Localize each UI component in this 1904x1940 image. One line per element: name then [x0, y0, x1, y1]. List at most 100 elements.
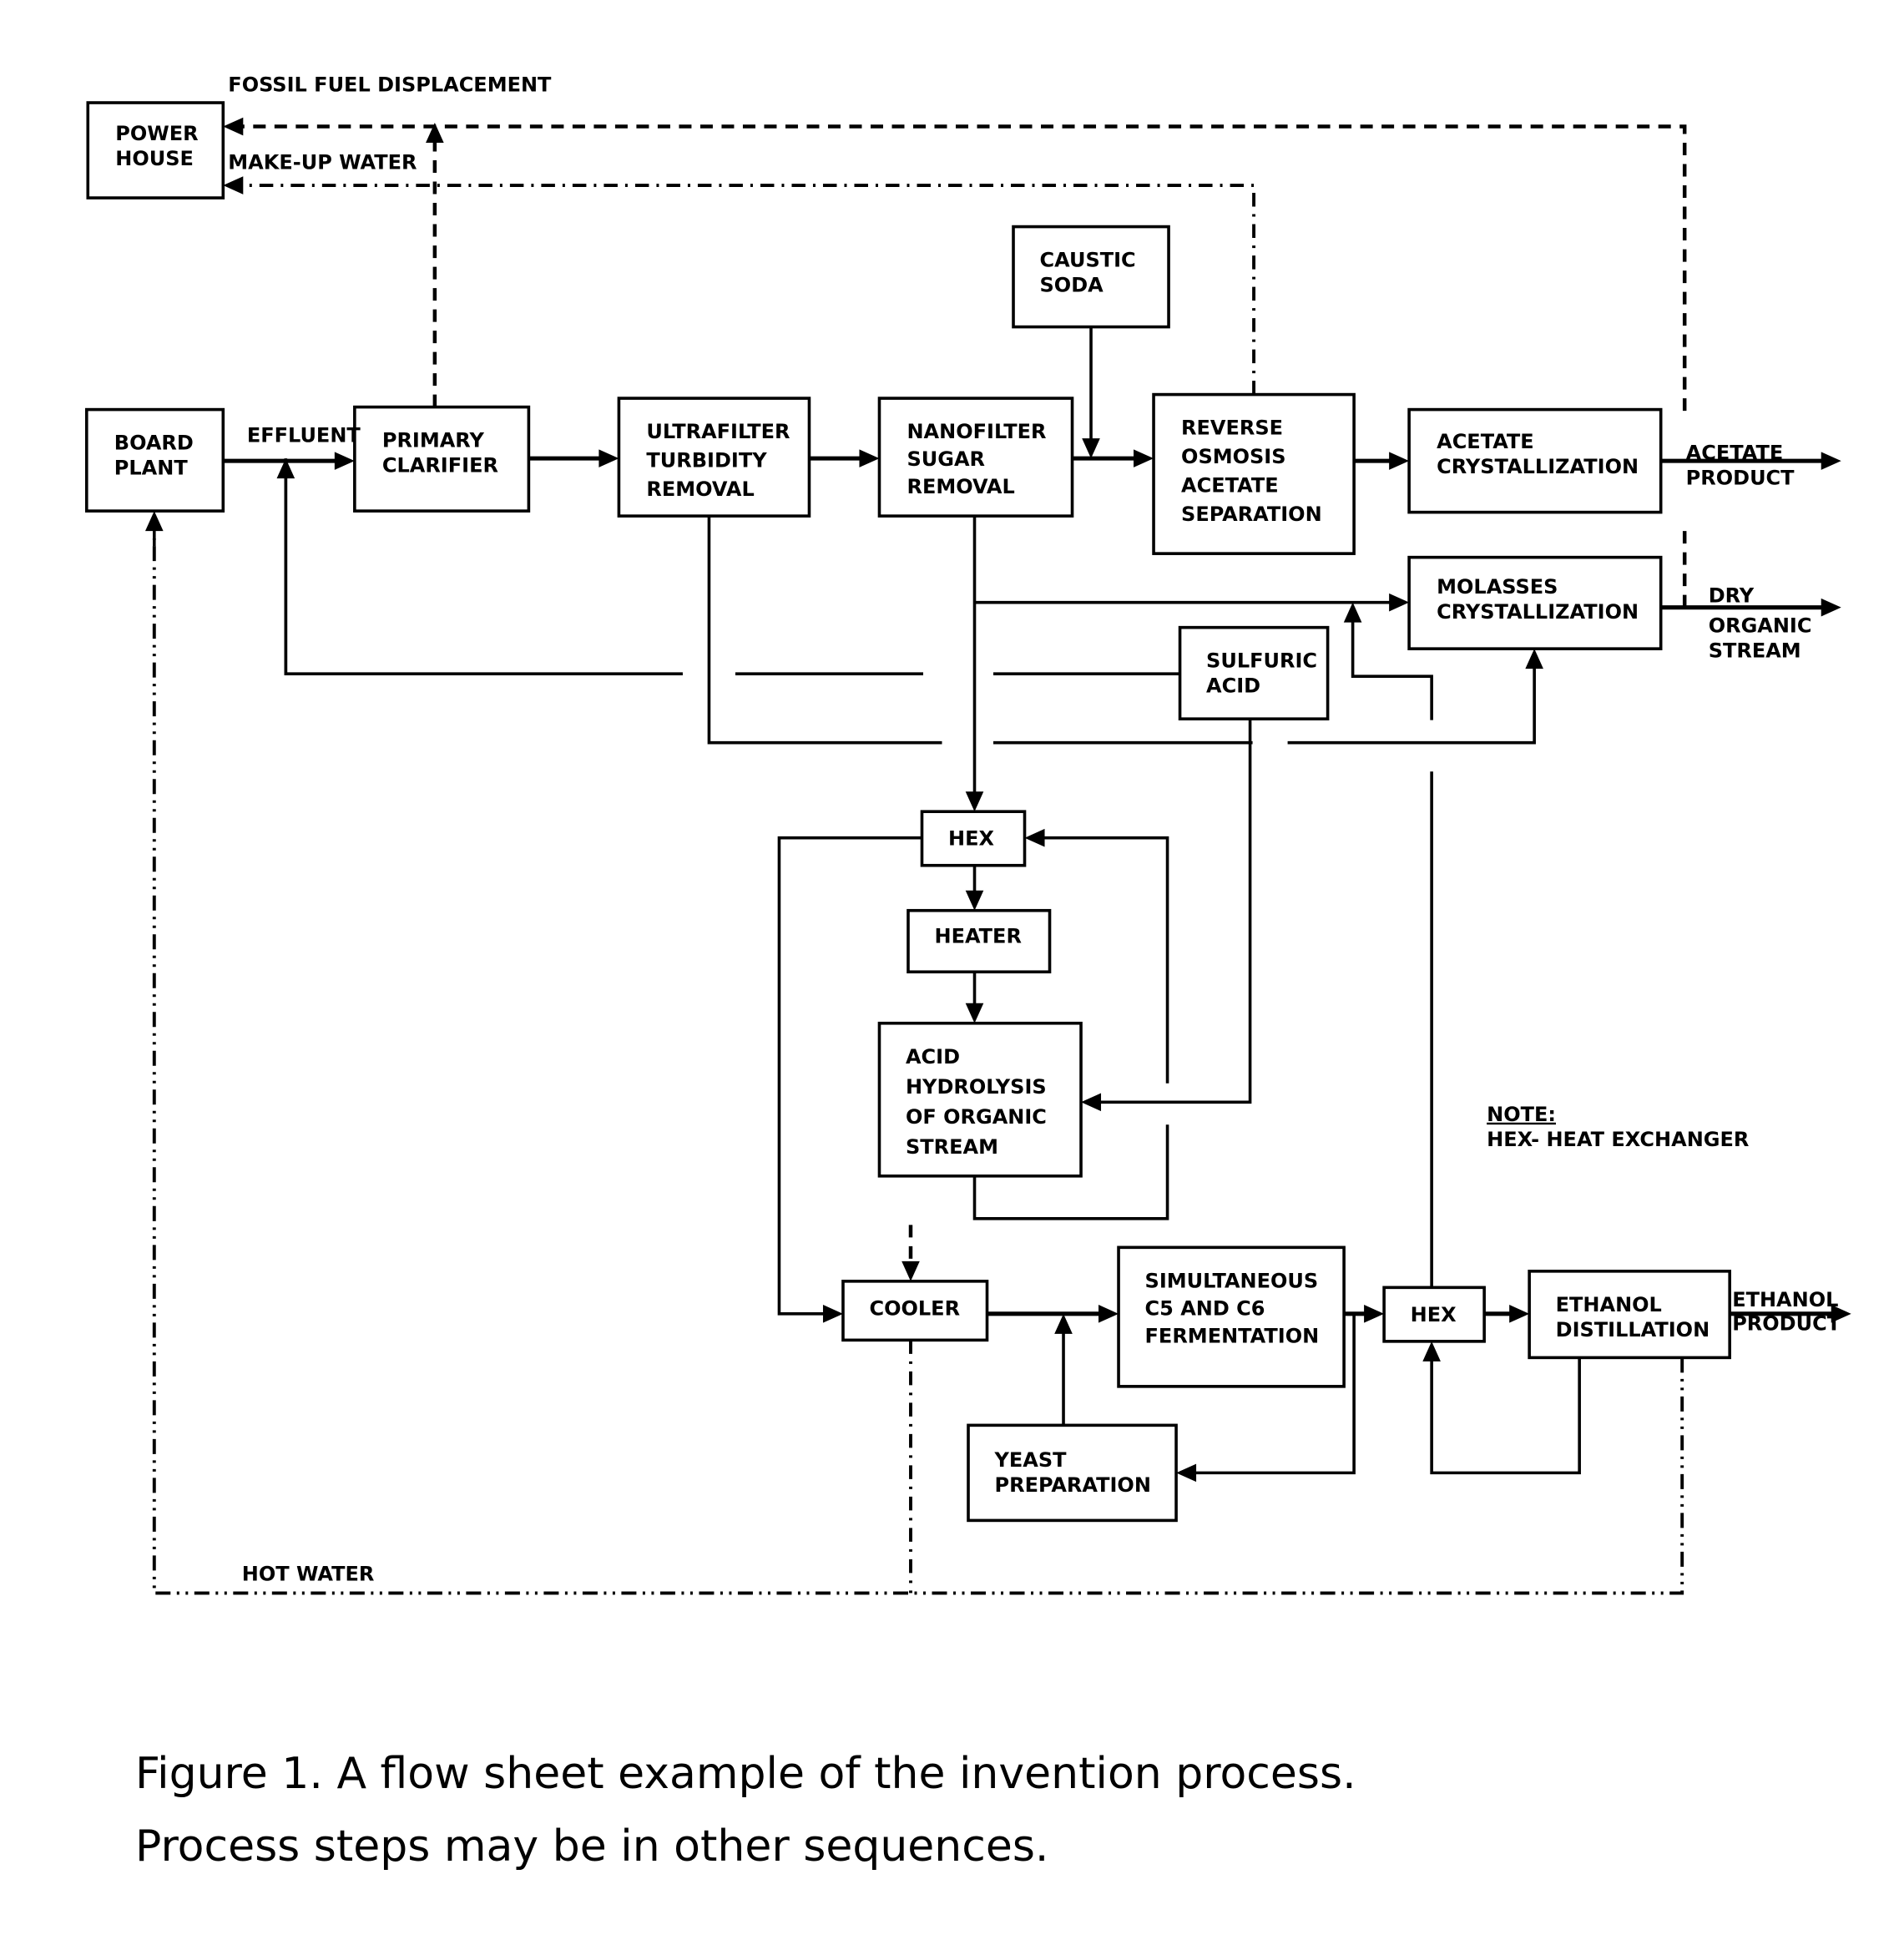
- arrowhead-icon: [1389, 593, 1410, 612]
- arrowhead-icon: [223, 117, 244, 136]
- arrowhead-icon: [1389, 452, 1410, 470]
- ethanol-product-label-2: PRODUCT: [1732, 1311, 1841, 1335]
- arrowhead-icon: [223, 176, 244, 195]
- arrowhead-icon: [1176, 1463, 1197, 1483]
- unit-label: REVERSE: [1181, 417, 1283, 440]
- arrowhead-icon: [1821, 598, 1841, 617]
- dry-organic-label-2: ORGANIC: [1709, 614, 1812, 638]
- stream-ultrafilter-bottom-1: [707, 516, 942, 745]
- unit-label: BOARD: [114, 432, 194, 455]
- unit-label: HYDROLYSIS: [906, 1075, 1047, 1099]
- dry-organic-label-3: STREAM: [1709, 639, 1801, 663]
- unit-label: COOLER: [869, 1296, 960, 1320]
- unit-box: [1178, 625, 1330, 720]
- unit-label: PLANT: [114, 457, 189, 480]
- hot-water-label: HOT WATER: [242, 1562, 375, 1585]
- unit-acid-hydrolysis: ACID HYDROLYSIS OF ORGANIC STREAM: [877, 1021, 1083, 1178]
- arrowhead-icon: [1343, 602, 1362, 623]
- arrowhead-icon: [1422, 1341, 1441, 1362]
- arrowhead-icon: [1134, 449, 1154, 467]
- arrowhead-icon: [901, 1260, 920, 1281]
- unit-label: REMOVAL: [907, 475, 1014, 498]
- figure-caption-line-1: Figure 1. A flow sheet example of the in…: [135, 1749, 1356, 1799]
- unit-label: FERMENTATION: [1145, 1324, 1320, 1347]
- unit-label: SIMULTANEOUS: [1145, 1269, 1319, 1292]
- arrowhead-icon: [822, 1305, 843, 1323]
- unit-label: SEPARATION: [1181, 503, 1322, 526]
- arrowhead-icon: [965, 791, 984, 812]
- unit-cooler: COOLER: [841, 1280, 989, 1342]
- unit-label: SULFURIC: [1206, 649, 1317, 673]
- process-flow-diagram: POWERHOUSE BOARDPLANT PRIMARYCLARIFIER ULTR…: [84, 73, 1851, 1595]
- unit-label: DISTILLATION: [1556, 1318, 1710, 1341]
- arrowhead-icon: [1082, 438, 1100, 459]
- unit-fermentation: SIMULTANEOUS C5 AND C6 FERMENTATION: [1117, 1245, 1346, 1388]
- ethanol-product-label-1: ETHANOL: [1732, 1288, 1838, 1311]
- note-heading: NOTE:: [1487, 1103, 1556, 1126]
- unit-ethanol-distillation: ETHANOLDISTILLATION: [1528, 1270, 1732, 1360]
- arrowhead-icon: [859, 449, 880, 467]
- unit-label: ACETATE: [1437, 430, 1534, 453]
- dry-organic-label-1: DRY: [1709, 584, 1755, 608]
- arrowhead-icon: [598, 449, 619, 467]
- unit-label: OSMOSIS: [1181, 445, 1285, 468]
- note-text: HEX- HEAT EXCHANGER: [1487, 1128, 1749, 1151]
- arrowhead-icon: [1364, 1305, 1385, 1323]
- stream-distillation-return: [1430, 1353, 1581, 1475]
- makeup-water-label: MAKE-UP WATER: [228, 151, 417, 174]
- unit-primary-clarifier: PRIMARYCLARIFIER: [353, 405, 531, 513]
- fossil-fuel-label: FOSSIL FUEL DISPLACEMENT: [228, 73, 552, 97]
- unit-label: HOUSE: [115, 147, 194, 170]
- stream-fossil-fuel-line: [235, 124, 1687, 412]
- unit-label: TURBIDITY: [646, 449, 767, 472]
- unit-label: CRYSTALLIZATION: [1437, 600, 1639, 624]
- unit-label: ACID: [1206, 674, 1260, 698]
- unit-board-plant: BOARDPLANT: [84, 407, 225, 513]
- unit-label: PREPARATION: [995, 1473, 1151, 1497]
- unit-sulfuric-acid: SULFURICACID: [1178, 625, 1330, 720]
- unit-label: C5 AND C6: [1145, 1296, 1265, 1320]
- unit-label: REMOVAL: [646, 477, 754, 501]
- arrowhead-icon: [1509, 1305, 1530, 1323]
- unit-label: ETHANOL: [1556, 1293, 1662, 1316]
- arrowhead-icon: [965, 1003, 984, 1023]
- unit-label: CLARIFIER: [382, 454, 498, 477]
- unit-hex-top: HEX: [920, 810, 1027, 867]
- unit-caustic-soda: CAUSTICSODA: [1012, 225, 1170, 329]
- effluent-label: EFFLUENT: [247, 424, 361, 447]
- arrowhead-icon: [144, 511, 164, 532]
- arrowhead-icon: [334, 452, 355, 470]
- unit-label: HEX: [948, 827, 994, 851]
- unit-label: ACID: [906, 1045, 960, 1069]
- arrowhead-icon: [1054, 1313, 1073, 1334]
- arrowhead-icon: [1081, 1093, 1102, 1112]
- unit-label: NANOFILTER: [907, 420, 1046, 443]
- arrowhead-icon: [1525, 649, 1543, 669]
- unit-label: ULTRAFILTER: [646, 420, 790, 443]
- unit-acetate-crystallization: ACETATECRYSTALLIZATION: [1407, 407, 1663, 514]
- unit-label: OF ORGANIC: [906, 1105, 1047, 1129]
- unit-label: MOLASSES: [1437, 575, 1558, 599]
- unit-yeast-preparation: YEASTPREPARATION: [967, 1423, 1178, 1523]
- unit-label: ACETATE: [1181, 474, 1279, 498]
- arrowhead-icon: [965, 890, 984, 911]
- unit-ultrafilter: ULTRAFILTER TURBIDITY REMOVAL: [617, 397, 811, 518]
- unit-molasses-crystallization: MOLASSESCRYSTALLIZATION: [1407, 555, 1663, 650]
- unit-label: CAUSTIC: [1040, 249, 1136, 272]
- unit-nanofilter: NANOFILTER SUGAR REMOVAL: [877, 397, 1074, 518]
- unit-label: HEX: [1411, 1303, 1457, 1326]
- figure-caption-line-2: Process steps may be in other sequences.: [135, 1821, 1049, 1872]
- unit-label: YEAST: [994, 1448, 1068, 1472]
- unit-power-house: POWERHOUSE: [86, 101, 225, 200]
- arrowhead-icon: [1098, 1305, 1119, 1323]
- arrowhead-icon: [1024, 828, 1045, 847]
- unit-label: POWER: [115, 122, 198, 145]
- unit-label: SODA: [1040, 274, 1104, 297]
- unit-label: HEATER: [934, 925, 1021, 948]
- unit-heater: HEATER: [907, 908, 1052, 974]
- acetate-product-label-1: ACETATE: [1686, 442, 1784, 465]
- unit-label: STREAM: [906, 1135, 998, 1159]
- arrowhead-icon: [1821, 452, 1841, 470]
- unit-label: CRYSTALLIZATION: [1437, 455, 1639, 478]
- stream-sulfuric-to-hydrolysis: [1093, 719, 1252, 1104]
